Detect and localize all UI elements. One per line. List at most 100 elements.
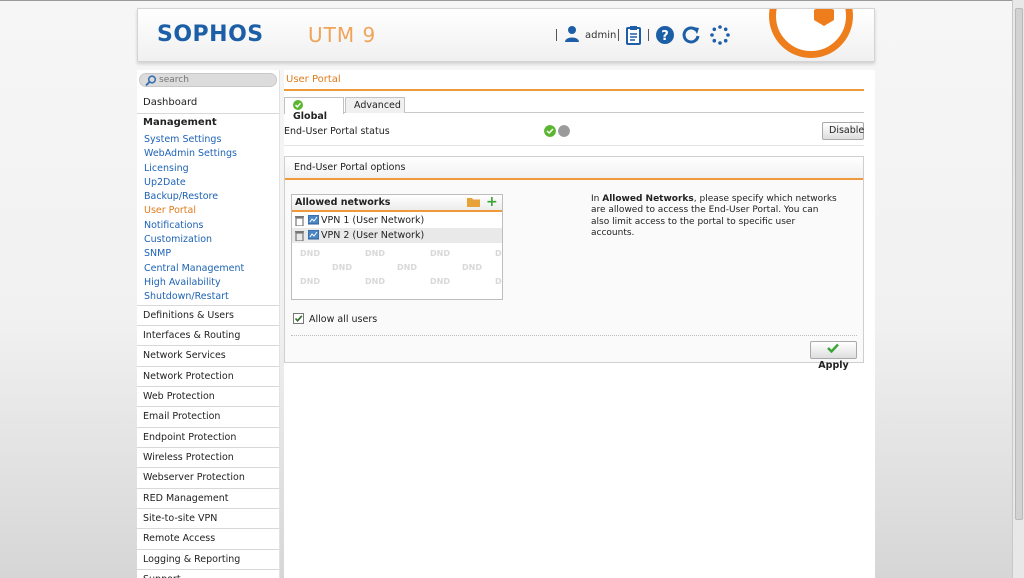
subnav-licensing[interactable]: Licensing — [144, 162, 244, 176]
clipboard-icon[interactable] — [624, 25, 644, 45]
network-icon — [308, 230, 319, 240]
main-content: User Portal Global Advanced End-User Por… — [284, 70, 875, 578]
dnd-watermark: DND — [430, 277, 450, 286]
panel-title: End-User Portal options — [285, 157, 863, 180]
search-box — [139, 73, 277, 87]
nav-red-management[interactable]: RED Management — [137, 488, 279, 508]
sophos-badge-graphic — [769, 9, 853, 58]
network-row[interactable]: VPN 1 (User Network) — [292, 213, 502, 228]
scrollbar-thumb[interactable] — [1015, 8, 1023, 520]
allowed-networks-box: Allowed networks + VPN 1 (User Network) — [291, 194, 503, 300]
dnd-watermark: DND — [300, 277, 320, 286]
dnd-watermark: DND — [332, 263, 352, 272]
checkmark-icon — [294, 315, 303, 323]
subnav-central-management[interactable]: Central Management — [144, 262, 244, 276]
subnav-customization[interactable]: Customization — [144, 233, 244, 247]
browser-top-border — [0, 0, 1024, 1]
portal-status-row: End-User Portal status Disable — [284, 120, 864, 146]
nav-web-protection[interactable]: Web Protection — [137, 386, 279, 406]
dnd-watermark: DND — [495, 277, 502, 286]
allow-all-users-checkbox[interactable] — [293, 313, 304, 324]
header-separator — [648, 29, 649, 41]
network-name: VPN 2 (User Network) — [321, 230, 425, 241]
subnav-webadmin-settings[interactable]: WebAdmin Settings — [144, 147, 244, 161]
trash-icon[interactable] — [295, 230, 304, 241]
dnd-watermark: DND — [495, 249, 502, 258]
page-scrollbar[interactable] — [1012, 0, 1024, 578]
management-subnav: System Settings WebAdmin Settings Licens… — [144, 133, 244, 305]
nav-site-to-site-vpn[interactable]: Site-to-site VPN — [137, 508, 279, 528]
dnd-watermark: DND — [430, 249, 450, 258]
tab-label: Advanced — [354, 100, 401, 111]
checkmark-icon — [826, 343, 839, 354]
nav-remote-access[interactable]: Remote Access — [137, 528, 279, 548]
portal-options-panel: End-User Portal options Allowed networks… — [284, 156, 864, 371]
nav-definitions-users[interactable]: Definitions & Users — [137, 305, 279, 325]
dnd-watermark: DND — [365, 277, 385, 286]
panel-divider — [291, 335, 857, 336]
subnav-up2date[interactable]: Up2Date — [144, 176, 244, 190]
tab-bar: Global Advanced — [284, 97, 864, 122]
allowed-networks-title: Allowed networks — [295, 197, 391, 208]
trash-icon[interactable] — [295, 215, 304, 226]
status-on-indicator[interactable] — [544, 125, 556, 137]
dnd-watermark: DND — [462, 263, 482, 272]
add-icon[interactable]: + — [486, 195, 498, 209]
portal-status-label: End-User Portal status — [284, 126, 390, 137]
drop-zone[interactable]: DND DND DND DND DND DND DND DND DND DND … — [292, 247, 502, 299]
folder-icon[interactable] — [467, 197, 480, 207]
allow-all-users-label[interactable]: Allow all users — [309, 314, 377, 325]
apply-label: Apply — [818, 360, 849, 371]
subnav-high-availability[interactable]: High Availability — [144, 276, 244, 290]
subnav-system-settings[interactable]: System Settings — [144, 133, 244, 147]
app-header: SOPHOS UTM 9 admin ? — [137, 8, 875, 62]
check-circle-icon — [293, 100, 303, 110]
disable-button[interactable]: Disable — [822, 122, 864, 140]
network-icon — [308, 215, 319, 225]
reload-icon[interactable] — [681, 25, 701, 45]
dnd-watermark: DND — [365, 249, 385, 258]
subnav-backup-restore[interactable]: Backup/Restore — [144, 190, 244, 204]
allowed-networks-help: In Allowed Networks, please specify whic… — [591, 194, 837, 239]
nav-webserver-protection[interactable]: Webserver Protection — [137, 467, 279, 487]
help-icon[interactable]: ? — [655, 25, 675, 45]
nav-group-management[interactable]: Management — [143, 117, 217, 128]
allowed-networks-header: Allowed networks + — [292, 195, 502, 212]
tab-advanced[interactable]: Advanced — [345, 97, 405, 113]
header-separator — [618, 29, 619, 41]
subnav-user-portal[interactable]: User Portal — [144, 204, 244, 218]
nav-network-services[interactable]: Network Services — [137, 345, 279, 365]
nav-interfaces-routing[interactable]: Interfaces & Routing — [137, 325, 279, 345]
activity-spinner-icon — [710, 25, 730, 45]
svg-text:?: ? — [661, 29, 669, 44]
page-title: User Portal — [284, 74, 864, 91]
network-row[interactable]: VPN 2 (User Network) — [292, 228, 502, 243]
search-input[interactable] — [159, 74, 269, 86]
user-icon[interactable] — [564, 25, 580, 43]
product-name: UTM 9 — [308, 23, 377, 47]
header-separator — [556, 29, 557, 41]
nav-endpoint-protection[interactable]: Endpoint Protection — [137, 427, 279, 447]
status-off-indicator[interactable] — [558, 125, 570, 137]
subnav-snmp[interactable]: SNMP — [144, 247, 244, 261]
allow-all-users-row[interactable]: Allow all users — [293, 313, 377, 325]
nav-support[interactable]: Support — [137, 569, 279, 578]
sophos-logo[interactable]: SOPHOS — [157, 22, 264, 47]
apply-button[interactable]: Apply — [810, 341, 857, 371]
search-icon — [145, 75, 157, 86]
subnav-shutdown-restart[interactable]: Shutdown/Restart — [144, 290, 244, 304]
tab-global[interactable]: Global — [284, 97, 344, 122]
nav-network-protection[interactable]: Network Protection — [137, 366, 279, 386]
subnav-notifications[interactable]: Notifications — [144, 219, 244, 233]
username-label[interactable]: admin — [585, 30, 616, 41]
nav-dashboard[interactable]: Dashboard — [137, 94, 279, 114]
network-name: VPN 1 (User Network) — [321, 215, 425, 226]
sidebar: Dashboard Management System Settings Web… — [137, 70, 280, 578]
nav-email-protection[interactable]: Email Protection — [137, 406, 279, 426]
help-text-bold: Allowed Networks — [602, 194, 694, 204]
dnd-watermark: DND — [300, 249, 320, 258]
nav-wireless-protection[interactable]: Wireless Protection — [137, 447, 279, 467]
nav-logging-reporting[interactable]: Logging & Reporting — [137, 549, 279, 569]
help-text-prefix: In — [591, 194, 603, 204]
dnd-watermark: DND — [397, 263, 417, 272]
